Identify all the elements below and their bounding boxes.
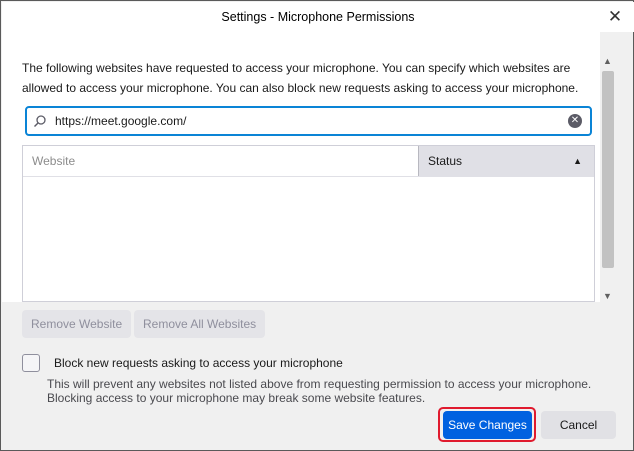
block-requests-hint: This will prevent any websites not liste… xyxy=(47,377,592,405)
scroll-up-icon[interactable]: ▲ xyxy=(603,56,612,66)
block-requests-row[interactable]: Block new requests asking to access your… xyxy=(22,354,343,372)
sort-ascending-icon: ▲ xyxy=(573,156,582,166)
websites-table: Website Status ▲ xyxy=(22,145,595,302)
block-requests-checkbox[interactable] xyxy=(22,354,40,372)
cancel-button[interactable]: Cancel xyxy=(541,411,616,439)
close-icon[interactable]: ✕ xyxy=(604,6,626,28)
title-bar: Settings - Microphone Permissions ✕ xyxy=(2,2,634,32)
scroll-down-icon[interactable]: ▼ xyxy=(603,291,612,301)
remove-all-websites-button[interactable]: Remove All Websites xyxy=(134,310,266,338)
column-header-status-label: Status xyxy=(428,154,463,168)
search-icon xyxy=(33,114,55,128)
description-text: The following websites have requested to… xyxy=(22,61,579,95)
clear-icon[interactable]: ✕ xyxy=(568,114,582,128)
search-input[interactable] xyxy=(55,109,568,133)
table-header: Website Status ▲ xyxy=(23,146,594,177)
permissions-dialog: Settings - Microphone Permissions ✕ The … xyxy=(0,0,634,451)
save-changes-button[interactable]: Save Changes xyxy=(443,411,532,439)
window-title: Settings - Microphone Permissions xyxy=(221,10,415,24)
scrollbar-thumb[interactable] xyxy=(602,71,614,268)
table-scrollbar[interactable]: ▲ ▼ xyxy=(600,55,616,302)
remove-website-button[interactable]: Remove Website xyxy=(22,310,132,338)
search-box[interactable]: ✕ xyxy=(25,106,592,136)
column-header-website[interactable]: Website xyxy=(23,146,418,176)
block-requests-label[interactable]: Block new requests asking to access your… xyxy=(54,356,343,370)
column-header-status[interactable]: Status ▲ xyxy=(418,146,594,176)
